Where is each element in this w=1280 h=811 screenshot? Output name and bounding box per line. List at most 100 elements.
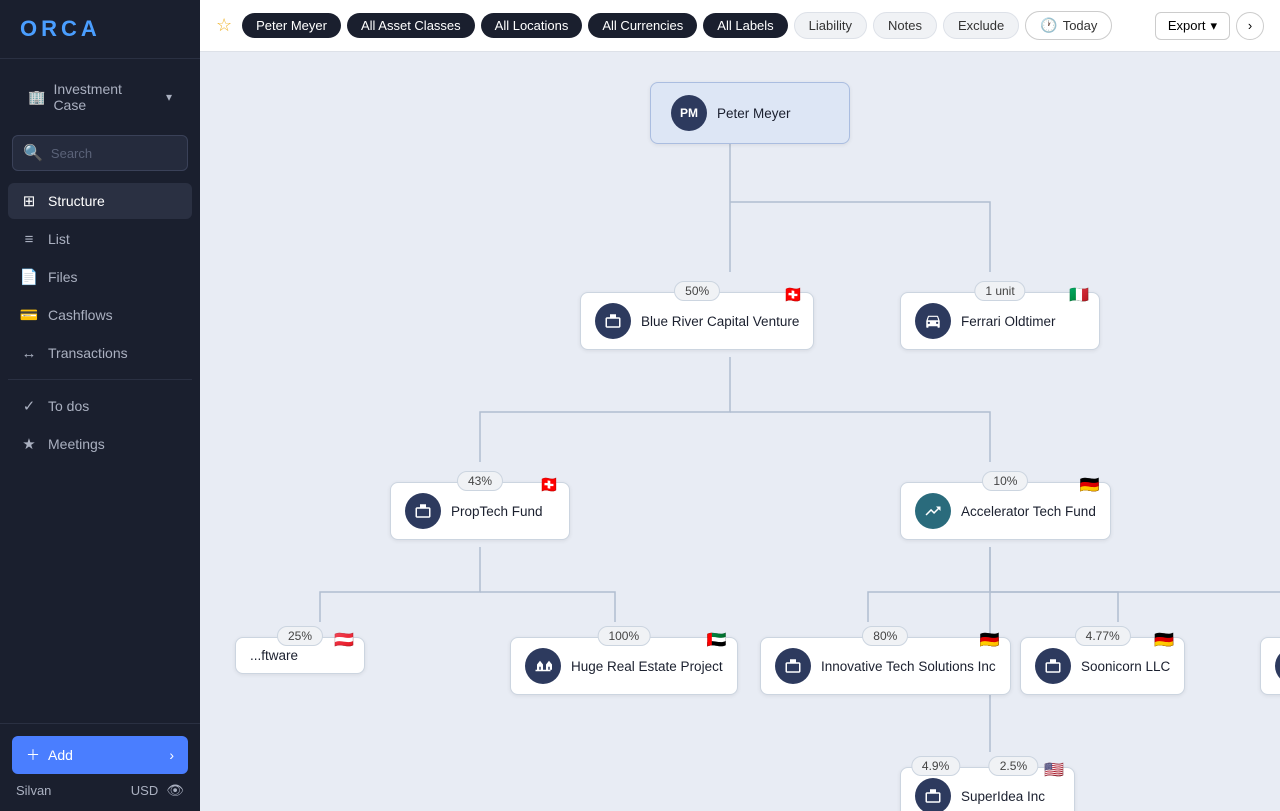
- percent-blue-river: 50%: [674, 281, 720, 301]
- sidebar-item-transactions[interactable]: ↔ Transactions: [8, 335, 192, 371]
- sidebar-item-structure[interactable]: ⊞ Structure: [8, 183, 192, 219]
- node-label-ferrari: Ferrari Oldtimer: [961, 314, 1056, 329]
- sidebar-item-list[interactable]: ≡ List: [8, 221, 192, 257]
- exclude-filter[interactable]: Exclude: [943, 12, 1019, 39]
- node-label-blue-river: Blue River Capital Venture: [641, 314, 799, 329]
- sidebar-item-label: List: [48, 231, 70, 247]
- search-box[interactable]: 🔍: [12, 135, 188, 171]
- percent-accelerator: 10%: [982, 471, 1028, 491]
- locations-filter[interactable]: All Locations: [481, 13, 583, 38]
- person-filter[interactable]: Peter Meyer: [242, 13, 341, 38]
- export-label: Export: [1168, 18, 1206, 33]
- investment-case-section: 🏢 Investment Case ▾: [0, 59, 200, 127]
- avatar-real-estate: [525, 648, 561, 684]
- percent-soonicorn: 4.77%: [1075, 626, 1131, 646]
- currencies-filter[interactable]: All Currencies: [588, 13, 697, 38]
- node-peter-meyer[interactable]: PM Peter Meyer: [650, 82, 850, 144]
- percent-superidea-right: 2.5%: [989, 756, 1038, 776]
- node-superidea[interactable]: 4.9% 2.5% 🇺🇸 SuperIdea Inc: [900, 767, 1075, 811]
- percent-superidea-left: 4.9%: [911, 756, 960, 776]
- avatar-blue-river: [595, 303, 631, 339]
- chevron-down-icon: ▾: [1210, 18, 1217, 34]
- history-icon: 🕐: [1040, 17, 1057, 34]
- avatar-blockchain: [1275, 648, 1280, 684]
- avatar-accelerator: [915, 493, 951, 529]
- node-innovative-tech[interactable]: 80% 🇩🇪 Innovative Tech Solutions Inc: [760, 637, 1011, 695]
- main-content: ☆ Peter Meyer All Asset Classes All Loca…: [200, 0, 1280, 811]
- percent-innovative-tech: 80%: [862, 626, 908, 646]
- percent-ferrari: 1 unit: [974, 281, 1025, 301]
- collapse-button[interactable]: ›: [1236, 12, 1264, 40]
- node-label-soonicorn: Soonicorn LLC: [1081, 659, 1170, 674]
- liability-filter[interactable]: Liability: [794, 12, 867, 39]
- node-blue-river[interactable]: 50% 🇨🇭 Blue River Capital Venture: [580, 292, 814, 350]
- eye-icon[interactable]: 👁: [166, 782, 184, 799]
- sidebar-item-cashflows[interactable]: 💳 Cashflows: [8, 297, 192, 333]
- add-button-label: Add: [48, 747, 73, 763]
- user-name: Silvan: [16, 783, 51, 798]
- chevron-right-icon: ›: [1248, 18, 1252, 33]
- cashflows-icon: 💳: [20, 306, 38, 324]
- avatar-peter-meyer: PM: [671, 95, 707, 131]
- avatar-ferrari: [915, 303, 951, 339]
- sidebar-item-label: Cashflows: [48, 307, 113, 323]
- sidebar-item-files[interactable]: 📄 Files: [8, 259, 192, 295]
- sidebar-item-label: Meetings: [48, 436, 105, 452]
- flag-software: 🇦🇹: [334, 630, 354, 650]
- sidebar-item-meetings[interactable]: ★ Meetings: [8, 426, 192, 462]
- node-label-real-estate: Huge Real Estate Project: [571, 659, 723, 674]
- node-label-proptech: PropTech Fund: [451, 504, 543, 519]
- percent-real-estate: 100%: [597, 626, 650, 646]
- logo: ORCA: [0, 0, 200, 59]
- today-filter[interactable]: 🕐 Today: [1025, 11, 1112, 40]
- asset-classes-filter[interactable]: All Asset Classes: [347, 13, 475, 38]
- canvas-inner: PM Peter Meyer 50% 🇨🇭 Blue River Capital…: [200, 52, 1280, 811]
- avatar-innovative-tech: [775, 648, 811, 684]
- nav-divider: [8, 379, 192, 380]
- labels-filter[interactable]: All Labels: [703, 13, 787, 38]
- user-row: Silvan USD 👁: [12, 774, 188, 799]
- sidebar-item-label: To dos: [48, 398, 89, 414]
- flag-proptech: 🇨🇭: [539, 475, 559, 495]
- todos-icon: ✓: [20, 397, 38, 415]
- flag-blue-river: 🇨🇭: [783, 285, 803, 305]
- meetings-icon: ★: [20, 435, 38, 453]
- investment-case-item[interactable]: 🏢 Investment Case ▾: [16, 71, 184, 123]
- graph-canvas[interactable]: PM Peter Meyer 50% 🇨🇭 Blue River Capital…: [200, 52, 1280, 811]
- flag-real-estate: 🇦🇪: [707, 630, 727, 650]
- search-icon: 🔍: [23, 143, 43, 163]
- notes-filter[interactable]: Notes: [873, 12, 937, 39]
- chevron-down-icon: ▾: [166, 90, 172, 104]
- avatar-soonicorn: [1035, 648, 1071, 684]
- add-button[interactable]: ＋ Add ›: [12, 736, 188, 774]
- node-label-accelerator: Accelerator Tech Fund: [961, 504, 1096, 519]
- star-icon[interactable]: ☆: [216, 15, 232, 36]
- search-input[interactable]: [51, 146, 177, 161]
- node-blockchain[interactable]: 15% BlockCh..n Inc: [1260, 637, 1280, 695]
- sidebar-bottom: ＋ Add › Silvan USD 👁: [0, 723, 200, 811]
- node-accelerator[interactable]: 10% 🇩🇪 Accelerator Tech Fund: [900, 482, 1111, 540]
- list-icon: ≡: [20, 230, 38, 248]
- sidebar-item-todos[interactable]: ✓ To dos: [8, 388, 192, 424]
- node-label-peter-meyer: Peter Meyer: [717, 106, 791, 121]
- flag-accelerator: 🇩🇪: [1080, 475, 1100, 495]
- toolbar-right: Export ▾: [1155, 12, 1230, 40]
- node-ferrari[interactable]: 1 unit 🇮🇹 Ferrari Oldtimer: [900, 292, 1100, 350]
- node-label-innovative-tech: Innovative Tech Solutions Inc: [821, 659, 996, 674]
- connection-lines: [200, 52, 1280, 811]
- avatar-superidea: [915, 778, 951, 811]
- node-software[interactable]: 25% 🇦🇹 ...ftware: [235, 637, 365, 674]
- files-icon: 📄: [20, 268, 38, 286]
- export-button[interactable]: Export ▾: [1155, 12, 1230, 40]
- nav-list: ⊞ Structure ≡ List 📄 Files 💳 Cashflows ↔…: [0, 179, 200, 468]
- structure-icon: ⊞: [20, 192, 38, 210]
- sidebar-item-label: Files: [48, 269, 78, 285]
- percent-software: 25%: [277, 626, 323, 646]
- currency-label: USD: [131, 783, 158, 798]
- flag-soonicorn: 🇩🇪: [1154, 630, 1174, 650]
- plus-icon: ＋: [26, 745, 40, 765]
- node-proptech[interactable]: 43% 🇨🇭 PropTech Fund: [390, 482, 570, 540]
- node-real-estate[interactable]: 100% 🇦🇪 Huge Real Estate Project: [510, 637, 738, 695]
- node-soonicorn[interactable]: 4.77% 🇩🇪 Soonicorn LLC: [1020, 637, 1185, 695]
- sidebar-item-label: Transactions: [48, 345, 128, 361]
